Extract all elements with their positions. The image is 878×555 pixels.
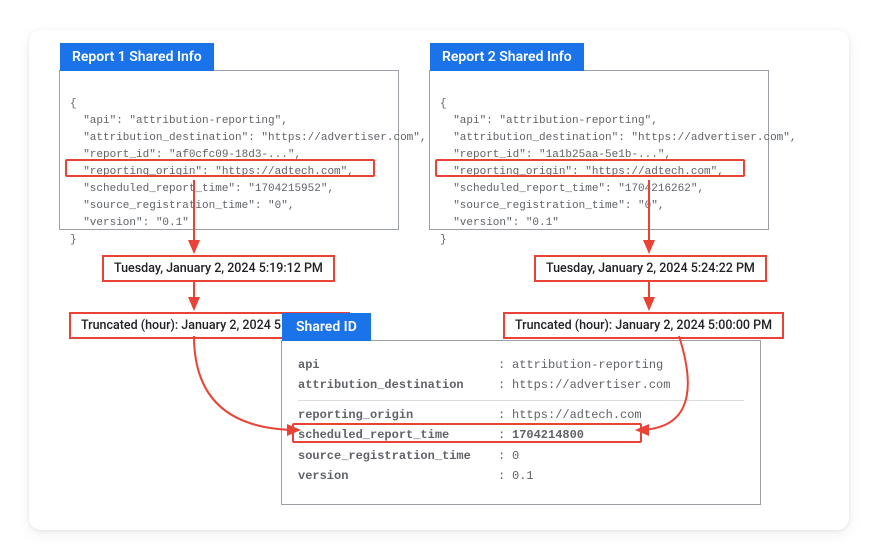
r2-srctime: 0 bbox=[645, 200, 652, 212]
shared-id-panel: Shared ID api : attribution-reporting at… bbox=[281, 340, 761, 505]
r1-srt: 1704215952 bbox=[255, 183, 321, 195]
report-2-truncated-time: Truncated (hour): January 2, 2024 5:00:0… bbox=[503, 312, 784, 339]
report-1-title: Report 1 Shared Info bbox=[60, 43, 214, 71]
r2-dest: https://advertiser.com bbox=[638, 132, 783, 144]
shared-row-version: version : 0.1 bbox=[298, 466, 744, 486]
shared-val-version: 0.1 bbox=[512, 466, 534, 486]
r1-version: 0.1 bbox=[162, 217, 182, 229]
r2-version: 0.1 bbox=[532, 217, 552, 229]
report-1-human-time: Tuesday, January 2, 2024 5:19:12 PM bbox=[102, 255, 335, 282]
r2-api: attribution-reporting bbox=[506, 115, 645, 127]
shared-key-dest: attribution_destination bbox=[298, 375, 498, 395]
shared-key-srctime: source_registration_time bbox=[298, 446, 498, 466]
shared-highlight-srt bbox=[292, 423, 642, 443]
report-2-title: Report 2 Shared Info bbox=[430, 43, 584, 71]
shared-id-title: Shared ID bbox=[282, 313, 371, 341]
divider-1 bbox=[298, 400, 744, 401]
report-1-panel: Report 1 Shared Info { "api": "attributi… bbox=[59, 70, 399, 230]
shared-val-dest: https://advertiser.com bbox=[512, 375, 670, 395]
shared-val-api: attribution-reporting bbox=[512, 355, 663, 375]
report-2-panel: Report 2 Shared Info { "api": "attributi… bbox=[429, 70, 769, 230]
report-1-highlight bbox=[65, 159, 375, 177]
shared-key-version: version bbox=[298, 466, 498, 486]
shared-row-api: api : attribution-reporting bbox=[298, 355, 744, 375]
report-2-human-time: Tuesday, January 2, 2024 5:24:22 PM bbox=[534, 255, 767, 282]
r1-srctime: 0 bbox=[275, 200, 282, 212]
r1-dest: https://advertiser.com bbox=[268, 132, 413, 144]
shared-val-srctime: 0 bbox=[512, 446, 519, 466]
r2-srt: 1704216262 bbox=[625, 183, 691, 195]
report-2-highlight bbox=[435, 159, 745, 177]
shared-id-body: api : attribution-reporting attribution_… bbox=[282, 341, 760, 500]
r1-api: attribution-reporting bbox=[136, 115, 275, 127]
diagram-canvas: Report 1 Shared Info { "api": "attributi… bbox=[29, 30, 849, 530]
shared-row-dest: attribution_destination : https://advert… bbox=[298, 375, 744, 395]
shared-key-api: api bbox=[298, 355, 498, 375]
shared-row-srctime: source_registration_time : 0 bbox=[298, 446, 744, 466]
